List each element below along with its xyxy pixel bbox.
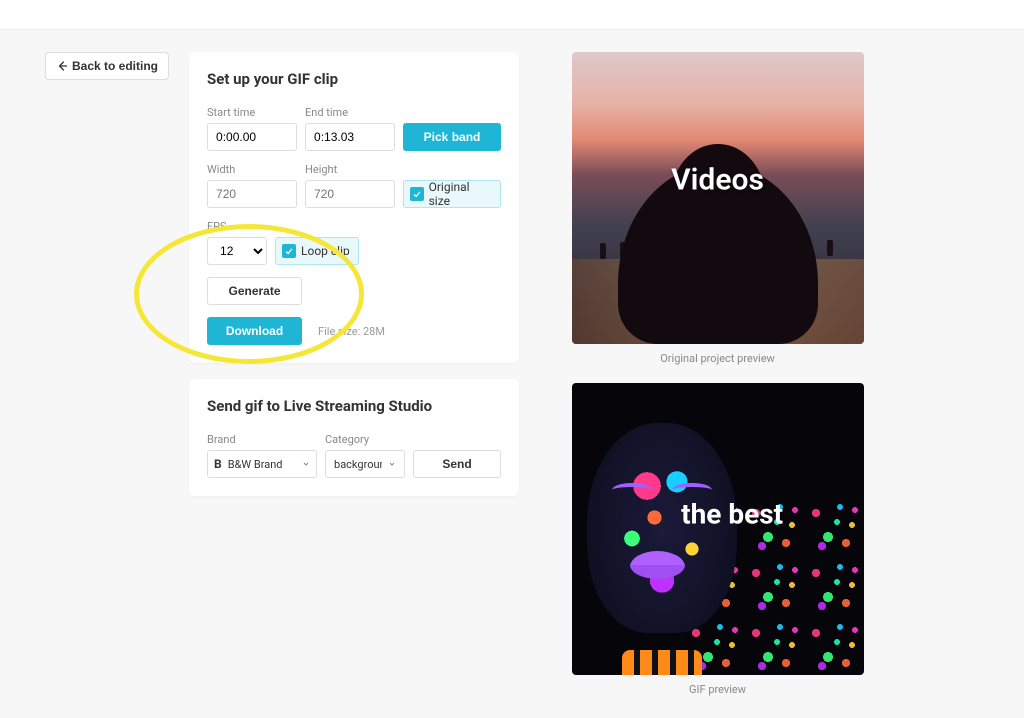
original-size-label: Original size (429, 180, 492, 208)
end-time-input[interactable] (305, 123, 395, 151)
size-row: Width Height Original size (207, 163, 501, 208)
panels-column: Set up your GIF clip Start time End time… (189, 52, 519, 496)
brand-field: Brand B B&W Brand (207, 433, 317, 478)
checkbox-checked-icon (410, 187, 424, 201)
category-select[interactable]: background (325, 450, 405, 478)
back-col: Back to editing (45, 52, 169, 80)
gif-preview-image: the best (572, 383, 864, 675)
preview-bg-person (600, 243, 606, 259)
fps-row: FPS 12 Loop clip (207, 220, 501, 265)
end-time-label: End time (305, 106, 395, 119)
back-to-editing-button[interactable]: Back to editing (45, 52, 169, 80)
loop-clip-toggle[interactable]: Loop clip (275, 237, 359, 265)
preview-bg-lips (630, 551, 685, 579)
preview-bg-eye (612, 483, 652, 497)
chevron-down-icon (302, 460, 310, 468)
generate-row: Generate (207, 277, 501, 305)
send-panel: Send gif to Live Streaming Studio Brand … (189, 379, 519, 496)
gif-setup-panel: Set up your GIF clip Start time End time… (189, 52, 519, 363)
download-button[interactable]: Download (207, 317, 302, 345)
gif-panel-title: Set up your GIF clip (207, 70, 501, 88)
send-panel-title: Send gif to Live Streaming Studio (207, 397, 501, 415)
preview-bg-eye (672, 483, 712, 497)
preview-bg-garment (622, 650, 702, 675)
arrow-left-icon (56, 60, 68, 72)
original-preview-overlay-text: Videos (671, 163, 764, 198)
start-time-field: Start time (207, 106, 297, 151)
download-row: Download File size: 28M (207, 317, 501, 345)
gif-preview-overlay-text: the best (681, 498, 783, 531)
fps-field: FPS 12 (207, 220, 267, 265)
height-input[interactable] (305, 180, 395, 208)
gif-preview-caption: GIF preview (689, 683, 746, 696)
brand-value: B&W Brand (228, 458, 296, 471)
pick-band-button[interactable]: Pick band (403, 123, 501, 151)
original-preview-caption: Original project preview (660, 352, 775, 365)
send-row: Brand B B&W Brand Category background Se… (207, 433, 501, 478)
height-field: Height (305, 163, 395, 208)
original-preview-image: Videos (572, 52, 864, 344)
width-field: Width (207, 163, 297, 208)
time-row: Start time End time Pick band (207, 106, 501, 151)
start-time-input[interactable] (207, 123, 297, 151)
fps-select[interactable]: 12 (207, 237, 267, 265)
chevron-down-icon (388, 460, 396, 468)
brand-label: Brand (207, 433, 317, 446)
fps-label: FPS (207, 220, 267, 233)
gif-preview-block: the best GIF preview (555, 383, 880, 696)
send-button[interactable]: Send (413, 450, 501, 478)
category-field: Category background (325, 433, 405, 478)
file-size-text: File size: 28M (318, 325, 385, 338)
main-content: Back to editing Set up your GIF clip Sta… (0, 30, 1024, 718)
end-time-field: End time (305, 106, 395, 151)
previews-column: Videos Original project preview the best… (555, 52, 880, 696)
checkbox-checked-icon (282, 244, 296, 258)
brand-icon: B (214, 457, 222, 471)
original-preview-block: Videos Original project preview (555, 52, 880, 365)
height-label: Height (305, 163, 395, 176)
back-label: Back to editing (72, 59, 158, 73)
top-bar (0, 0, 1024, 30)
original-size-toggle[interactable]: Original size (403, 180, 501, 208)
generate-button[interactable]: Generate (207, 277, 302, 305)
brand-select[interactable]: B B&W Brand (207, 450, 317, 478)
loop-clip-label: Loop clip (301, 244, 350, 258)
width-label: Width (207, 163, 297, 176)
width-input[interactable] (207, 180, 297, 208)
category-label: Category (325, 433, 405, 446)
category-value: background (334, 458, 382, 471)
start-time-label: Start time (207, 106, 297, 119)
